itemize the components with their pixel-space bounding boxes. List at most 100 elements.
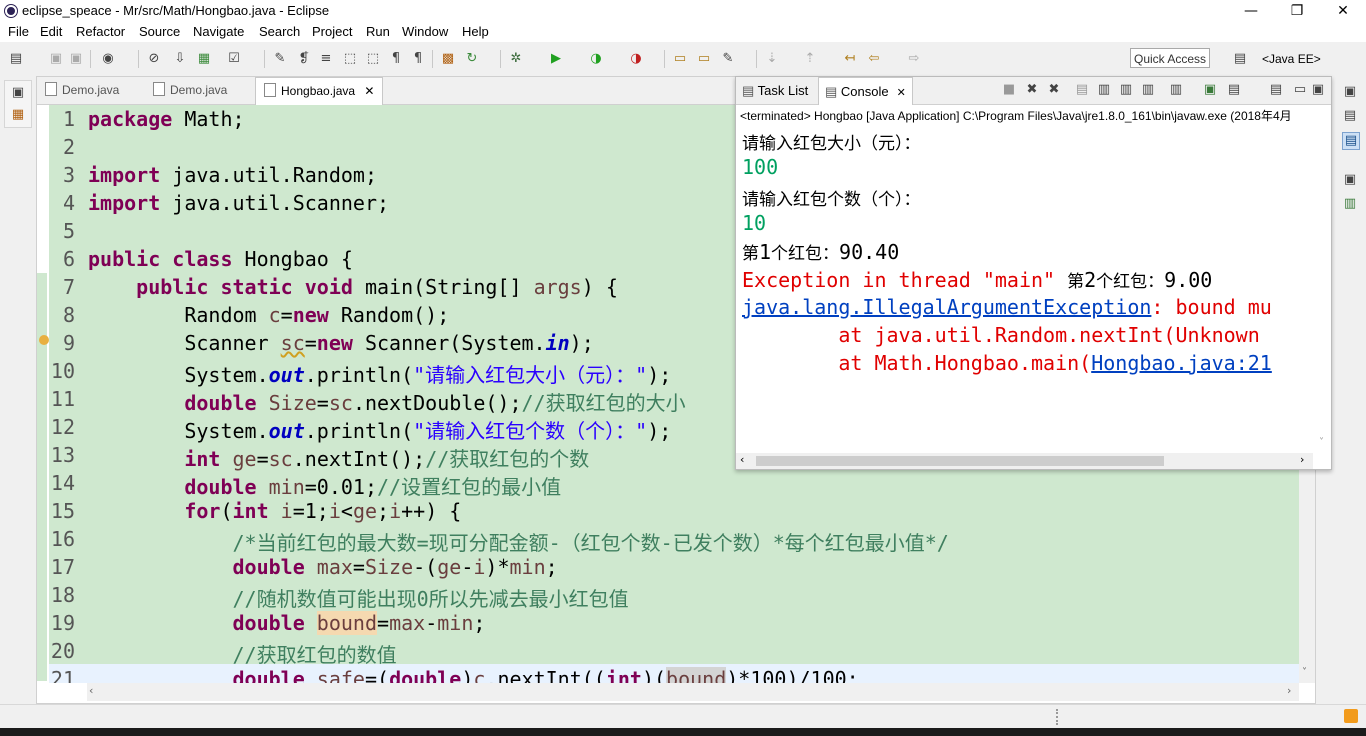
refresh-icon[interactable]: ↻	[464, 51, 480, 67]
warning-marker-icon[interactable]	[39, 335, 49, 345]
menu-project[interactable]: Project	[312, 24, 352, 39]
line-number: 2	[62, 135, 75, 159]
tab-console[interactable]: ▤ Console ✕	[818, 77, 913, 105]
restore-view-icon[interactable]: ▣	[10, 85, 26, 101]
external-tools-icon[interactable]: ◑	[628, 51, 644, 67]
menu-window[interactable]: Window	[402, 24, 448, 39]
perspective-java-ee[interactable]: <Java EE>	[1262, 52, 1321, 66]
show-whitespace-icon[interactable]: ⬚	[342, 51, 358, 67]
show-on-output-icon[interactable]: ▥	[1140, 82, 1156, 98]
quick-access-input[interactable]: Quick Access	[1130, 48, 1210, 68]
scroll-left-icon[interactable]: ‹	[89, 684, 93, 697]
save-icon[interactable]: ▣	[48, 51, 64, 67]
word-wrap-icon[interactable]: ¶	[388, 51, 404, 67]
package-explorer-icon[interactable]: ▦	[10, 107, 26, 123]
run-last-icon[interactable]: ◑	[588, 51, 604, 67]
tab-demo-java-2[interactable]: Demo.java	[153, 77, 227, 104]
line-number: 3	[62, 163, 75, 187]
display-console-icon[interactable]: ▤	[1226, 82, 1242, 98]
tab-demo-java-1[interactable]: Demo.java	[45, 77, 119, 104]
prev-annotation-icon[interactable]: ⇡	[802, 51, 818, 67]
save-all-icon[interactable]: ▣	[68, 51, 84, 67]
scroll-right-icon[interactable]: ›	[1287, 684, 1291, 697]
tab-hongbao-java[interactable]: Hongbao.java ✕	[255, 77, 384, 105]
minimize-view-icon[interactable]: ▭	[1292, 82, 1308, 98]
scrollbar-thumb[interactable]	[756, 456, 1164, 466]
menu-search[interactable]: Search	[259, 24, 300, 39]
show-on-error-icon[interactable]: ▥	[1168, 82, 1184, 98]
server-icon[interactable]: ▦	[196, 51, 212, 67]
line-number: 20	[50, 639, 75, 663]
mark-icon[interactable]: ≡	[318, 51, 334, 67]
menu-bar: File Edit Refactor Source Navigate Searc…	[0, 22, 1366, 42]
open-task-icon[interactable]: ▭	[696, 51, 712, 67]
debug-icon[interactable]: ✲	[508, 51, 524, 67]
close-tab-icon[interactable]: ✕	[897, 87, 906, 99]
scroll-down-icon[interactable]: ˅	[1302, 667, 1307, 678]
open-perspective-icon[interactable]: ▤	[1232, 51, 1248, 67]
code-line-15: for(int i=1;i<ge;i++) {	[184, 499, 462, 523]
code-line-12: System.out.println("请输入红包个数（个）：");	[88, 419, 672, 443]
skip-breakpoints-icon[interactable]: ⊘	[146, 51, 162, 67]
menu-file[interactable]: File	[8, 24, 29, 39]
next-annotation-icon[interactable]: ⇣	[764, 51, 780, 67]
scroll-left-icon[interactable]: ‹	[740, 453, 744, 466]
restore-view-icon[interactable]: ▣	[1342, 172, 1358, 188]
close-button[interactable]: ✕	[1320, 0, 1366, 22]
package-icon[interactable]: ▩	[440, 51, 456, 67]
search-icon[interactable]: ✎	[720, 51, 736, 67]
menu-navigate[interactable]: Navigate	[193, 24, 244, 39]
task-view-icon[interactable]: ▥	[1342, 196, 1358, 212]
console-output[interactable]: 请输入红包大小（元）： 100 请输入红包个数（个）： 10 第1个红包：90.…	[736, 125, 1313, 451]
block-icon[interactable]: ⬚	[365, 51, 381, 67]
rss-icon[interactable]	[1344, 709, 1358, 723]
debug-config-icon[interactable]: ◉	[100, 51, 116, 67]
restore-button[interactable]: ❐	[1274, 0, 1320, 22]
menu-edit[interactable]: Edit	[40, 24, 62, 39]
close-tab-icon[interactable]: ✕	[364, 84, 374, 98]
console-line: Exception in thread "main" 第2个红包：9.00	[742, 268, 1213, 292]
run-icon[interactable]: ▶	[548, 51, 564, 67]
minimize-button[interactable]: —	[1228, 0, 1274, 22]
editor-horizontal-scrollbar[interactable]: ‹ ›	[87, 683, 1299, 701]
console-view-icon[interactable]: ▤	[1342, 132, 1360, 150]
open-console-icon[interactable]: ▤	[1268, 82, 1284, 98]
remove-all-icon[interactable]: ✖	[1046, 82, 1062, 98]
word-wrap-icon[interactable]: ▥	[1118, 82, 1134, 98]
minimized-view-stack: ▣ ▦	[4, 80, 32, 128]
exception-link[interactable]: java.lang.IllegalArgumentException	[742, 295, 1151, 319]
restore-view-icon[interactable]: ▣	[1342, 84, 1358, 100]
clear-console-icon[interactable]: ▤	[1074, 82, 1090, 98]
annotation-icon[interactable]: ❡	[296, 51, 312, 67]
console-horizontal-scrollbar[interactable]: ‹ ›	[736, 453, 1313, 469]
eclipse-logo-icon	[5, 5, 17, 17]
forward-icon[interactable]: ⇨	[906, 51, 922, 67]
scroll-lock-icon[interactable]: ▥	[1096, 82, 1112, 98]
code-line-18: //随机数值可能出现0所以先减去最小红包值	[232, 587, 629, 611]
scroll-down-icon[interactable]: ˅	[1319, 437, 1324, 448]
maximize-view-icon[interactable]: ▣	[1310, 82, 1326, 98]
code-line-6: public class Hongbao {	[88, 247, 353, 271]
remove-launch-icon[interactable]: ✖	[1024, 82, 1040, 98]
line-number: 9	[62, 331, 75, 355]
terminate-icon[interactable]: ■	[1001, 82, 1017, 98]
last-edit-icon[interactable]: ↤	[842, 51, 858, 67]
menu-source[interactable]: Source	[139, 24, 180, 39]
menu-run[interactable]: Run	[366, 24, 390, 39]
open-type-icon[interactable]: ▭	[672, 51, 688, 67]
pin-console-icon[interactable]: ▣	[1202, 82, 1218, 98]
menu-help[interactable]: Help	[462, 24, 489, 39]
task-icon[interactable]: ☑	[226, 51, 242, 67]
paragraph-icon[interactable]: ¶	[410, 51, 426, 67]
console-vertical-scrollbar[interactable]: ˅	[1313, 125, 1331, 451]
download-icon[interactable]: ⇩	[172, 51, 188, 67]
outline-view-icon[interactable]: ▤	[1342, 108, 1358, 124]
tab-task-list[interactable]: ▤ Task List	[742, 77, 808, 104]
console-icon: ▤	[825, 84, 841, 99]
back-icon[interactable]: ⇦	[866, 51, 882, 67]
scroll-right-icon[interactable]: ›	[1300, 453, 1304, 466]
new-icon[interactable]: ▤	[8, 51, 24, 67]
pin-icon[interactable]: ✎	[272, 51, 288, 67]
source-link[interactable]: Hongbao.java:21	[1091, 351, 1272, 375]
menu-refactor[interactable]: Refactor	[76, 24, 125, 39]
